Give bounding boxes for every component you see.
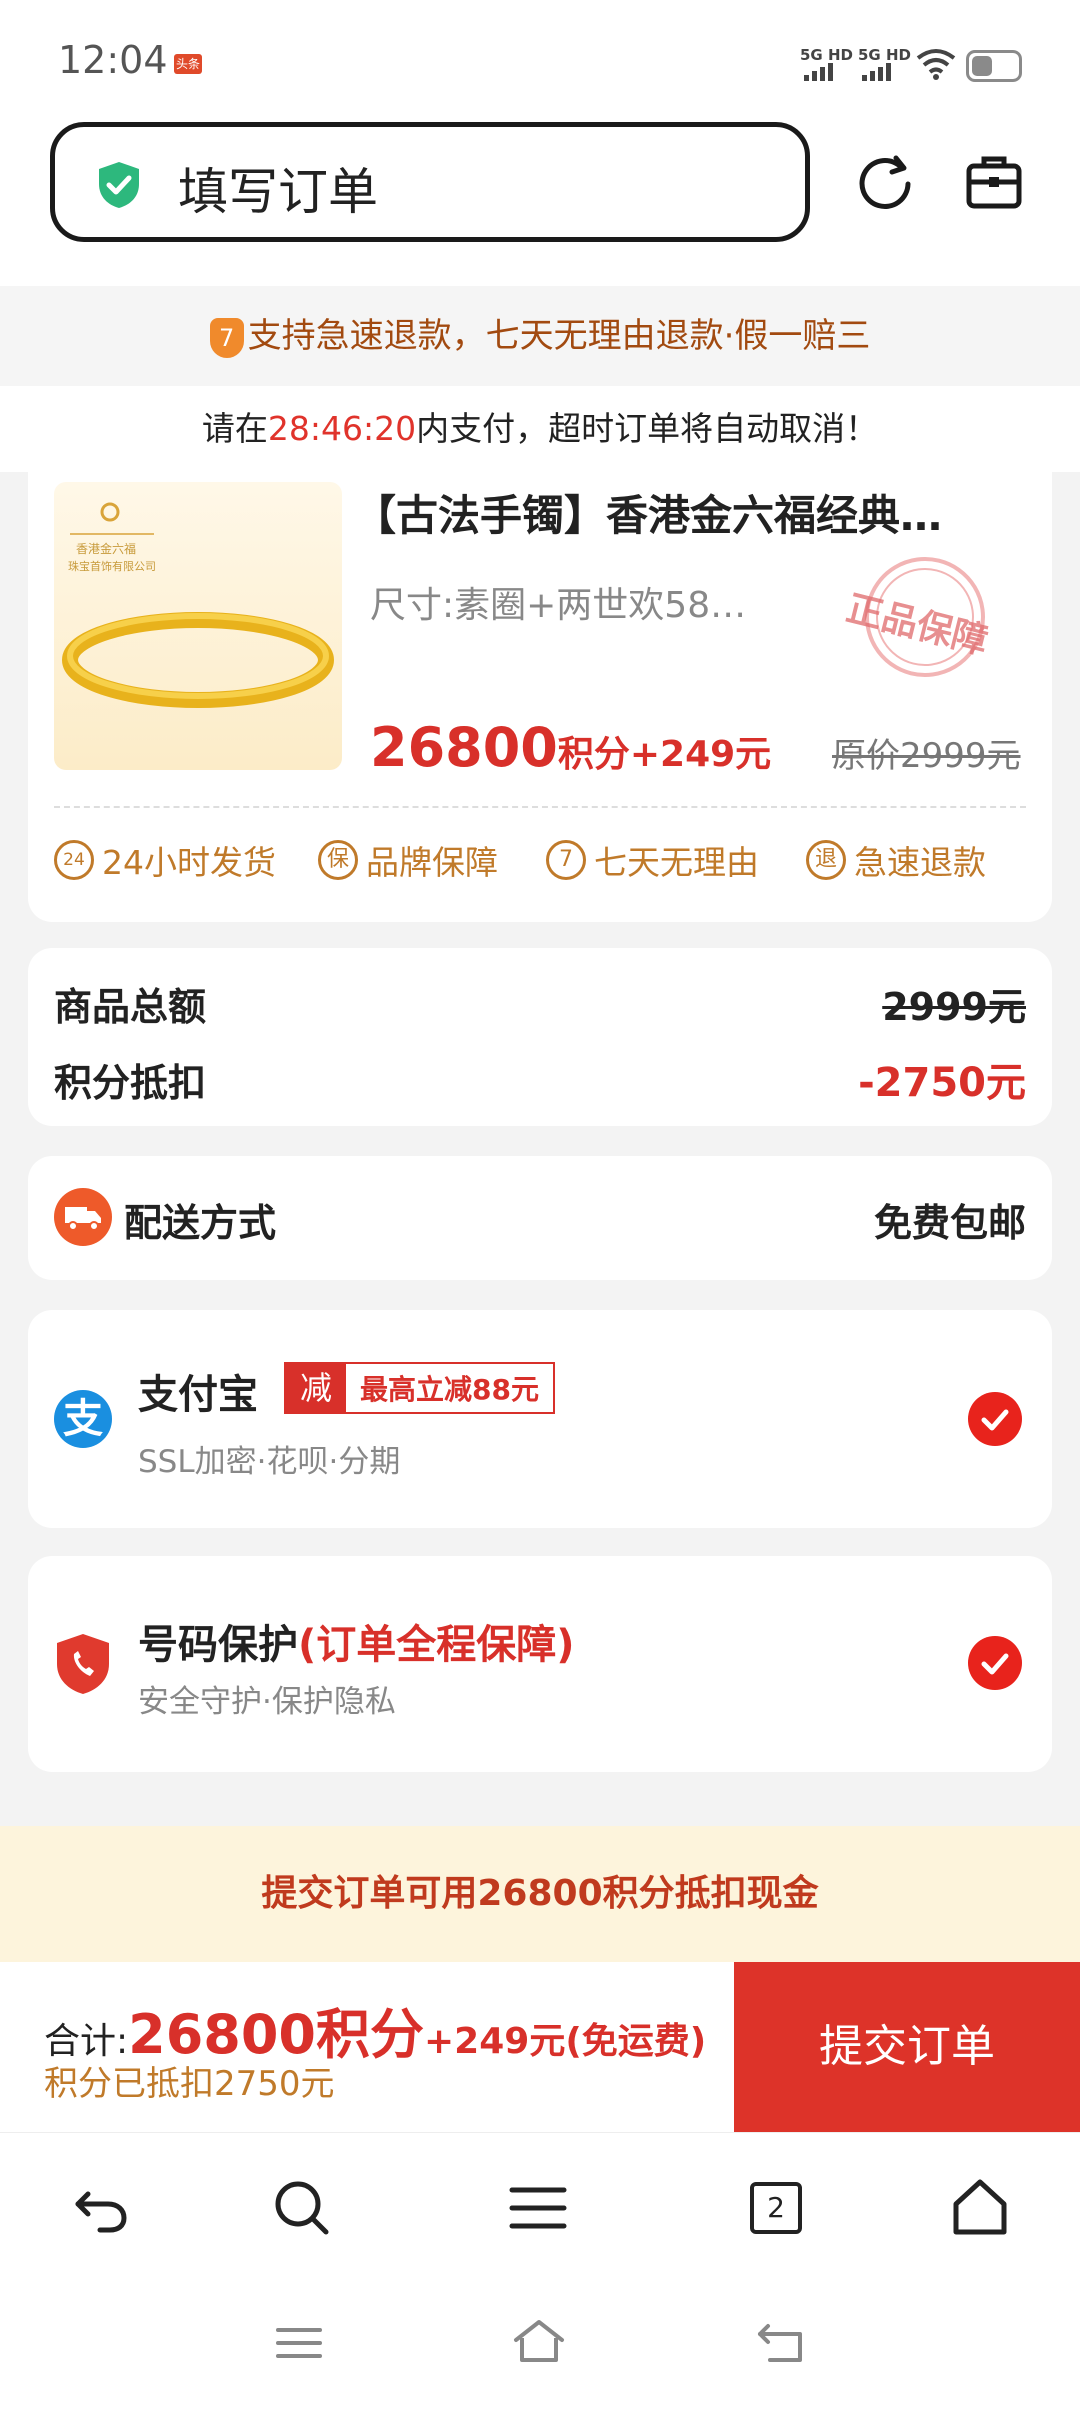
security-shield-icon xyxy=(99,162,139,208)
shipping-label: 配送方式 xyxy=(124,1201,277,1245)
page-title: 填写订单 xyxy=(178,163,378,221)
status-time: 12:04 xyxy=(58,38,168,82)
product-image[interactable]: 香港金六福 珠宝首饰有限公司 xyxy=(54,482,342,770)
truck-icon xyxy=(54,1188,112,1246)
payment-promo-tag: 减最高立减88元 xyxy=(284,1362,555,1414)
signal-icon xyxy=(804,62,836,81)
payment-name: 支付宝 xyxy=(138,1372,258,1418)
price-points: 26800 xyxy=(370,716,558,779)
points-deduct-label: 积分抵扣 xyxy=(54,1061,207,1105)
app-notification-badge: 头条 xyxy=(174,54,202,74)
protection-title: 号码保护(订单全程保障) xyxy=(138,1612,575,1670)
product-price: 26800积分+249元 xyxy=(370,716,771,779)
divider xyxy=(54,806,1026,808)
brand-guarantee-icon: 保 xyxy=(318,840,358,880)
system-back-icon[interactable] xyxy=(754,2316,808,2370)
submit-order-button[interactable]: 提交订单 xyxy=(734,1962,1080,2132)
battery-icon xyxy=(966,50,1022,82)
image-brand-sub: 珠宝首饰有限公司 xyxy=(68,560,156,573)
points-bonus-banner: 提交订单可用26800积分抵扣现金 xyxy=(0,1826,1080,1962)
service-label: 品牌保障 xyxy=(366,843,498,882)
countdown-suffix: 内支付，超时订单将自动取消！ xyxy=(416,409,879,448)
service-seven-day: 7 七天无理由 xyxy=(546,836,759,884)
tabs-icon[interactable]: 2 xyxy=(744,2176,808,2240)
home-icon[interactable] xyxy=(948,2176,1012,2240)
promo-tag-label: 减 xyxy=(286,1364,346,1412)
points-deduct-value: -2750元 xyxy=(858,1060,1026,1106)
original-price: 原价2999元 xyxy=(832,736,1021,776)
alipay-checked-icon[interactable] xyxy=(968,1392,1022,1446)
refresh-icon[interactable] xyxy=(856,152,916,212)
search-icon[interactable] xyxy=(270,2176,334,2240)
menu-icon[interactable] xyxy=(506,2176,570,2240)
address-bar[interactable] xyxy=(50,122,810,242)
service-label: 24小时发货 xyxy=(102,843,276,882)
service-24h: 24 24小时发货 xyxy=(54,836,276,884)
guarantee-notice: 7 支持急速退款，七天无理由退款·假一赔三 xyxy=(0,286,1080,386)
protection-checked-icon[interactable] xyxy=(968,1636,1022,1690)
total-rest: +249元(免运费) xyxy=(424,2021,707,2062)
promo-tag-text: 最高立减88元 xyxy=(360,1373,539,1406)
payment-desc: SSL加密·花呗·分期 xyxy=(138,1444,401,1480)
protection-name: 号码保护 xyxy=(138,1622,298,1668)
system-home-icon[interactable] xyxy=(512,2316,566,2370)
guarantee-text: 支持急速退款，七天无理由退款·假一赔三 xyxy=(247,316,871,356)
service-refund: 退急速退款 xyxy=(806,836,986,884)
guarantee-badge-icon: 7 xyxy=(209,317,244,358)
points-deducted-note: 积分已抵扣2750元 xyxy=(44,2064,335,2104)
phone-shield-icon xyxy=(57,1634,109,1694)
back-icon[interactable] xyxy=(70,2176,134,2240)
bangle-image xyxy=(62,502,334,708)
goods-total-label: 商品总额 xyxy=(54,985,207,1029)
service-label: 七天无理由 xyxy=(594,843,759,882)
alipay-icon: 支 xyxy=(54,1390,112,1448)
system-recents-icon[interactable] xyxy=(272,2316,326,2370)
service-label: 急速退款 xyxy=(854,843,986,882)
shipping-value: 免费包邮 xyxy=(873,1201,1026,1245)
seven-day-icon: 7 xyxy=(546,840,586,880)
protection-desc: 安全守护·保护隐私 xyxy=(138,1684,396,1720)
toolbox-icon[interactable] xyxy=(964,152,1024,212)
product-spec: 尺寸:素圈+两世欢58… xyxy=(370,585,747,626)
goods-total-value: 2999元 xyxy=(882,985,1026,1029)
clock-24h-icon: 24 xyxy=(54,840,94,880)
countdown-prefix: 请在 xyxy=(201,409,268,448)
refund-icon: 退 xyxy=(806,840,846,880)
countdown-timer: 28:46:20 xyxy=(267,409,417,448)
product-title[interactable]: 【古法手镯】香港金六福经典… xyxy=(354,482,1034,543)
wifi-icon xyxy=(916,49,956,80)
signal-icon xyxy=(862,62,894,81)
price-suffix: 积分+249元 xyxy=(557,734,772,775)
service-brand: 保品牌保障 xyxy=(318,836,498,884)
image-brand: 香港金六福 xyxy=(76,542,137,556)
tab-count: 2 xyxy=(750,2182,802,2234)
protection-highlight: (订单全程保障) xyxy=(298,1622,575,1668)
